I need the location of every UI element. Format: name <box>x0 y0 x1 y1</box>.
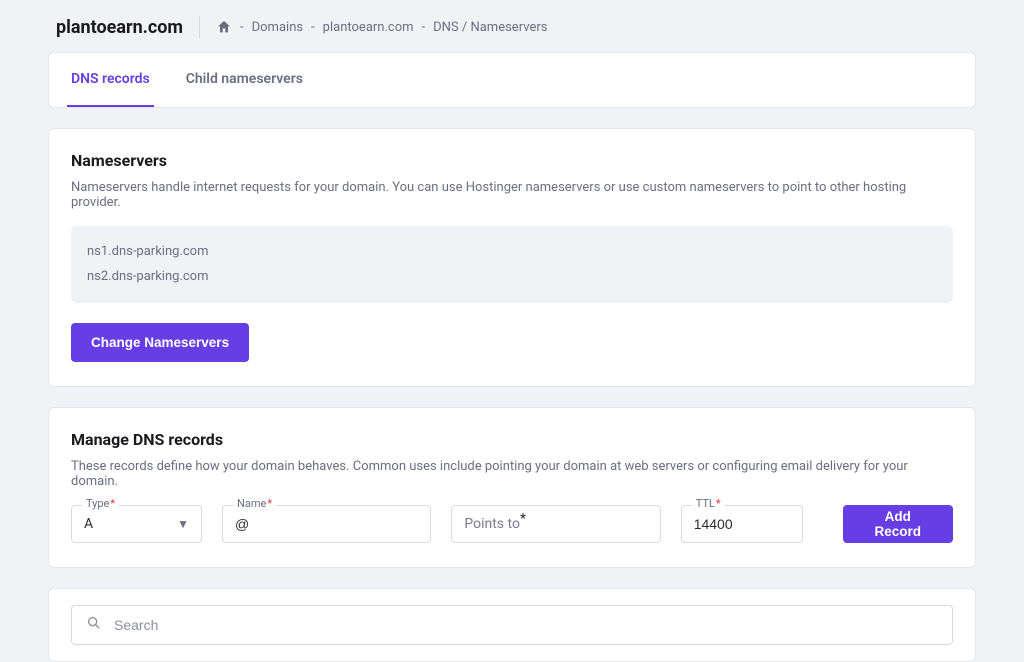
manage-dns-section: Manage DNS records These records define … <box>48 407 976 568</box>
breadcrumb-item[interactable]: Domains <box>252 20 303 35</box>
home-icon[interactable] <box>216 19 232 35</box>
section-title: Manage DNS records <box>71 430 953 449</box>
nameserver-entry: ns1.dns-parking.com <box>87 240 937 265</box>
name-input[interactable] <box>235 516 418 532</box>
breadcrumb-sep: - <box>311 20 315 35</box>
type-select[interactable]: Type* A ▼ <box>71 505 202 543</box>
ttl-field[interactable]: TTL* <box>681 505 803 543</box>
field-label: Name <box>237 497 266 510</box>
breadcrumb-item[interactable]: plantoearn.com <box>323 20 414 35</box>
required-star: * <box>716 497 721 510</box>
section-desc: These records define how your domain beh… <box>71 459 953 489</box>
nameserver-entry: ns2.dns-parking.com <box>87 265 937 290</box>
breadcrumb-sep: - <box>240 20 244 35</box>
breadcrumb-sep: - <box>422 20 426 35</box>
breadcrumb: - Domains - plantoearn.com - DNS / Names… <box>216 19 547 35</box>
section-desc: Nameservers handle internet requests for… <box>71 180 953 210</box>
field-label: Type <box>86 497 109 510</box>
points-to-field[interactable]: Points to* <box>451 505 660 543</box>
tab-dns-records[interactable]: DNS records <box>67 53 154 107</box>
ttl-input[interactable] <box>694 516 790 532</box>
search-section <box>48 588 976 662</box>
name-field[interactable]: Name* <box>222 505 431 543</box>
required-star: * <box>267 497 272 510</box>
nameserver-list: ns1.dns-parking.com ns2.dns-parking.com <box>71 226 953 303</box>
type-value: A <box>84 516 173 532</box>
change-nameservers-button[interactable]: Change Nameservers <box>71 323 249 362</box>
required-star: * <box>520 511 526 527</box>
add-record-button[interactable]: Add Record <box>843 505 954 543</box>
nameservers-section: Nameservers Nameservers handle internet … <box>48 128 976 387</box>
divider <box>199 16 200 38</box>
required-star: * <box>110 497 115 510</box>
tab-child-nameservers[interactable]: Child nameservers <box>182 53 307 107</box>
breadcrumb-item: DNS / Nameservers <box>433 20 547 35</box>
search-icon <box>86 615 102 635</box>
field-label: TTL <box>696 497 715 510</box>
page-title: plantoearn.com <box>56 17 183 38</box>
search-input[interactable] <box>114 617 938 633</box>
chevron-down-icon: ▼ <box>177 517 189 531</box>
section-title: Nameservers <box>71 151 953 170</box>
points-to-placeholder: Points to <box>464 516 520 532</box>
